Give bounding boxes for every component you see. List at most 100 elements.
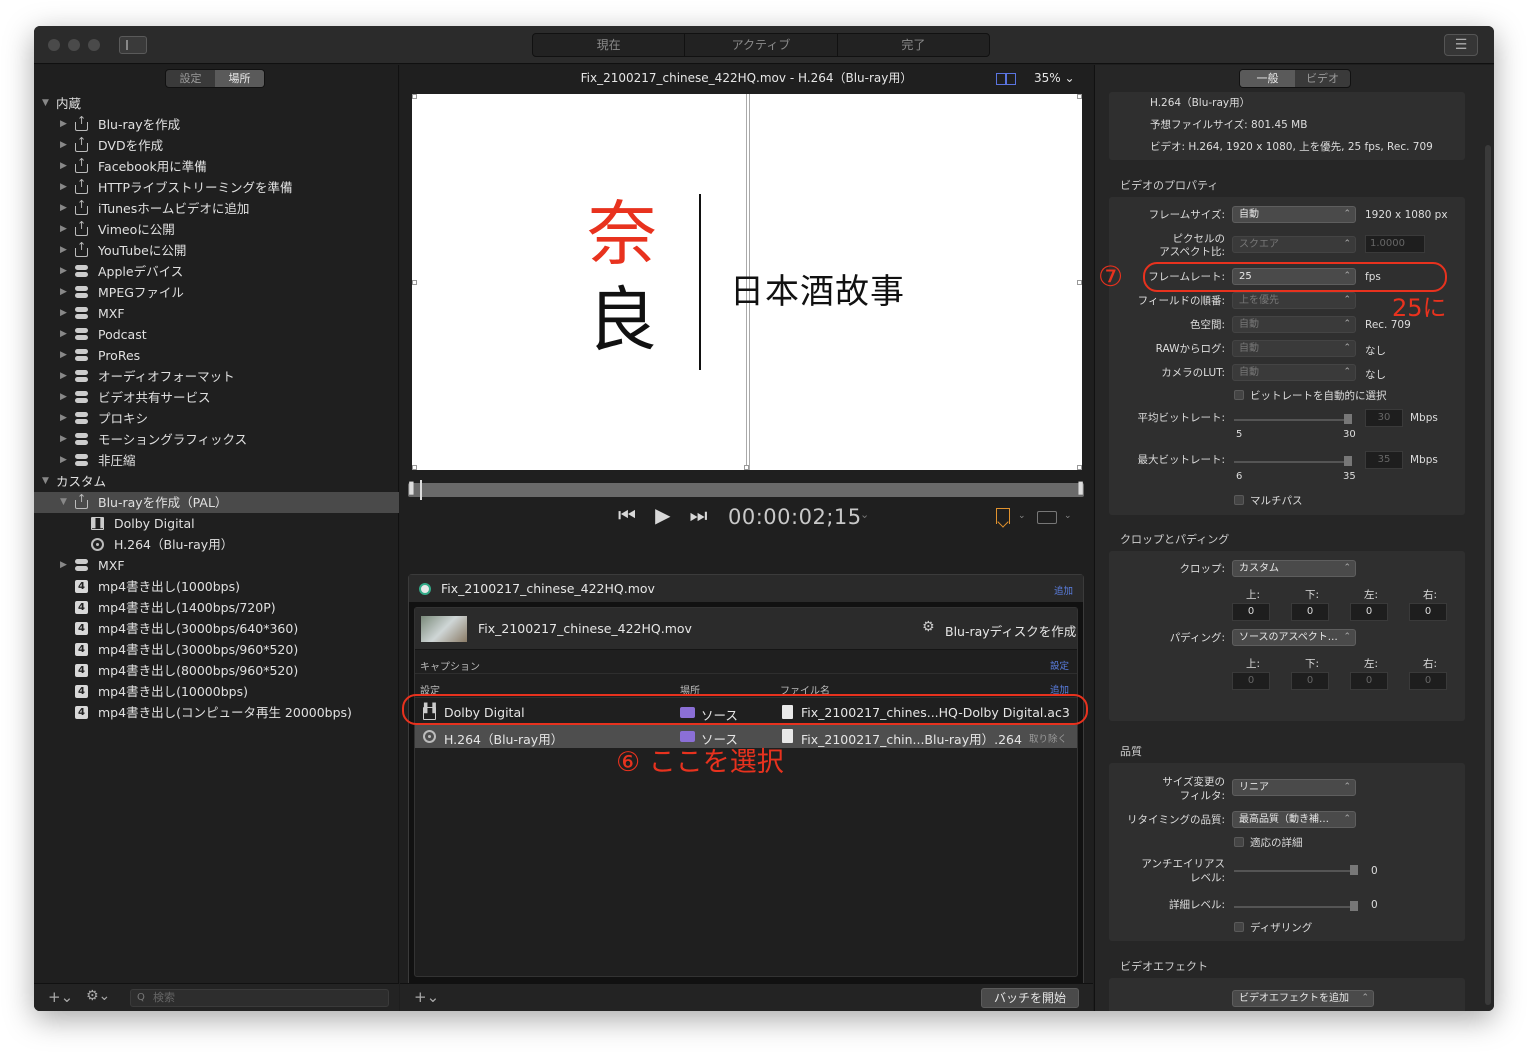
disclosure-closed-icon[interactable]: ▶ [60,177,67,198]
disclosure-closed-icon[interactable]: ▶ [60,114,67,135]
sidebar-item[interactable]: ▶ Podcast [34,324,399,345]
captions-icon[interactable] [1037,511,1057,524]
bookmark-icon[interactable] [996,508,1010,524]
detail-level-slider[interactable] [1234,901,1358,911]
max-bitrate-field[interactable]: 35 [1365,451,1403,469]
tab-completed[interactable]: 完了 [838,34,989,56]
crop-handle[interactable] [1077,94,1082,99]
sidebar-toggle-icon[interactable] [119,36,147,54]
chevron-down-icon[interactable]: ⌄ [1018,511,1026,521]
multipass-checkbox[interactable] [1234,495,1244,505]
crop-popup[interactable]: カスタム [1232,560,1356,577]
disclosure-open-icon[interactable]: ▼ [42,471,49,492]
sidebar-item[interactable]: 4 mp4書き出し(10000bps) [34,681,399,702]
sidebar-item[interactable]: ▶ ProRes [34,345,399,366]
sidebar-item[interactable]: ▶ モーショングラフィックス [34,429,399,450]
auto-bitrate-checkbox[interactable] [1234,390,1244,400]
play-icon[interactable]: ▶ [655,503,670,527]
disclosure-open-icon[interactable]: ▼ [60,492,67,513]
crop-handle[interactable] [412,280,417,285]
add-output-link[interactable]: 追加 [1054,583,1073,597]
in-point-icon[interactable]: ▐ [405,482,413,495]
crop-handle[interactable] [1077,465,1082,470]
job-card[interactable]: Fix_2100217_chinese_422HQ.mov ⚙ Blu-rayデ… [414,607,1078,977]
group-builtin[interactable]: ▼ 内蔵 [34,93,399,114]
crop-handle[interactable] [744,465,749,470]
add-icon[interactable]: +⌄ [48,988,73,1006]
padding-field[interactable]: 0 [1409,672,1447,690]
remove-button[interactable]: 取り除く [1029,731,1067,745]
disclosure-closed-icon[interactable]: ▶ [60,555,67,576]
captions-settings-link[interactable]: 設定 [1050,658,1069,672]
padding-field[interactable]: 0 [1232,672,1270,690]
start-batch-button[interactable]: バッチを開始 [981,988,1079,1008]
tab-video[interactable]: ビデオ [1295,70,1350,87]
sidebar-item[interactable]: ▶ MXF [34,555,399,576]
sidebar-subitem-h264[interactable]: H.264（Blu-ray用） [34,534,399,555]
sidebar-item[interactable]: 4 mp4書き出し(3000bps/640*360) [34,618,399,639]
tab-general[interactable]: 一般 [1240,70,1295,87]
gear-icon[interactable]: ⚙ [922,619,935,635]
antialias-slider[interactable] [1234,865,1358,875]
disclosure-closed-icon[interactable]: ▶ [60,198,67,219]
output-filename[interactable]: Fix_2100217_chin...Blu-ray用）.264 [801,729,1022,748]
split-view-icon[interactable] [996,73,1016,85]
crop-handle[interactable] [412,465,417,470]
sidebar-item[interactable]: ▶ Vimeoに公開 [34,215,399,240]
sidebar-item[interactable]: ▶ オーディオフォーマット [34,366,399,387]
dither-checkbox[interactable] [1234,922,1244,932]
tab-settings[interactable]: 設定 [166,70,215,87]
disclosure-closed-icon[interactable]: ▶ [60,345,67,366]
disclosure-closed-icon[interactable]: ▶ [60,219,67,240]
padding-field[interactable]: 0 [1291,672,1329,690]
sidebar-item[interactable]: ▶ Blu-rayを作成 [34,110,399,135]
timeline-scrubber[interactable]: ▐ ▌ [405,480,1087,500]
playhead[interactable] [420,480,422,500]
zoom-popup[interactable]: 35% ⌄ [1034,71,1075,85]
crop-field[interactable]: 0 [1291,603,1329,621]
sidebar-item[interactable]: ▶ YouTubeに公開 [34,236,399,261]
sidebar-item[interactable]: 4 mp4書き出し(8000bps/960*520) [34,660,399,681]
tab-locations[interactable]: 場所 [215,70,264,87]
disclosure-closed-icon[interactable]: ▶ [60,324,67,345]
add-icon[interactable]: +⌄ [414,988,439,1006]
crop-handle[interactable] [1077,280,1082,285]
disclosure-closed-icon[interactable]: ▶ [60,366,67,387]
sidebar-item[interactable]: ▶ Appleデバイス [34,261,399,282]
disclosure-closed-icon[interactable]: ▶ [60,156,67,177]
sidebar-subitem-dolby[interactable]: Dolby Digital [34,513,399,535]
sidebar-item[interactable]: ▶ MXF [34,303,399,324]
minimize-window-button[interactable] [68,39,80,51]
sidebar-item[interactable]: ▶ iTunesホームビデオに追加 [34,194,399,219]
sidebar-item[interactable]: ▶ Facebook用に準備 [34,152,399,177]
inspector-toggle-icon[interactable]: ☰ [1444,34,1478,56]
tab-active[interactable]: アクティブ [685,34,838,56]
sidebar-item[interactable]: ▶ HTTPライブストリーミングを準備 [34,173,399,198]
sidebar-item[interactable]: ▶ ビデオ共有サービス [34,387,399,408]
previous-frame-icon[interactable]: ⏮ [618,503,636,527]
sidebar-item-bluray-pal[interactable]: ▼ Blu-rayを作成（PAL） [34,488,399,513]
job-action[interactable]: Blu-rayディスクを作成 [945,621,1076,640]
avg-bitrate-slider[interactable] [1234,414,1352,424]
disclosure-closed-icon[interactable]: ▶ [60,303,67,324]
next-frame-icon[interactable]: ⏭ [690,503,708,527]
zoom-window-button[interactable] [88,39,100,51]
timecode-display[interactable]: 00:00:02;15 [728,505,862,529]
avg-bitrate-field[interactable]: 30 [1365,409,1403,427]
disclosure-closed-icon[interactable]: ▶ [60,429,67,450]
out-point-icon[interactable]: ▌ [1079,482,1087,495]
disclosure-closed-icon[interactable]: ▶ [60,408,67,429]
sidebar-item[interactable]: ▶ 非圧縮 [34,450,399,471]
resize-filter-popup[interactable]: リニア [1232,779,1356,796]
add-video-effect-popup[interactable]: ビデオエフェクトを追加 [1232,990,1374,1007]
disclosure-closed-icon[interactable]: ▶ [60,135,67,156]
group-custom[interactable]: ▼ カスタム [34,471,399,492]
crop-field[interactable]: 0 [1409,603,1447,621]
sidebar-item[interactable]: 4 mp4書き出し(コンピュータ再生 20000bps) [34,702,399,723]
crop-handle[interactable] [412,94,417,99]
disclosure-closed-icon[interactable]: ▶ [60,261,67,282]
sidebar-item[interactable]: 4 mp4書き出し(1000bps) [34,576,399,597]
crop-field[interactable]: 0 [1232,603,1270,621]
tab-current[interactable]: 現在 [533,34,686,56]
chevron-down-icon[interactable]: ⌄ [1064,511,1072,521]
